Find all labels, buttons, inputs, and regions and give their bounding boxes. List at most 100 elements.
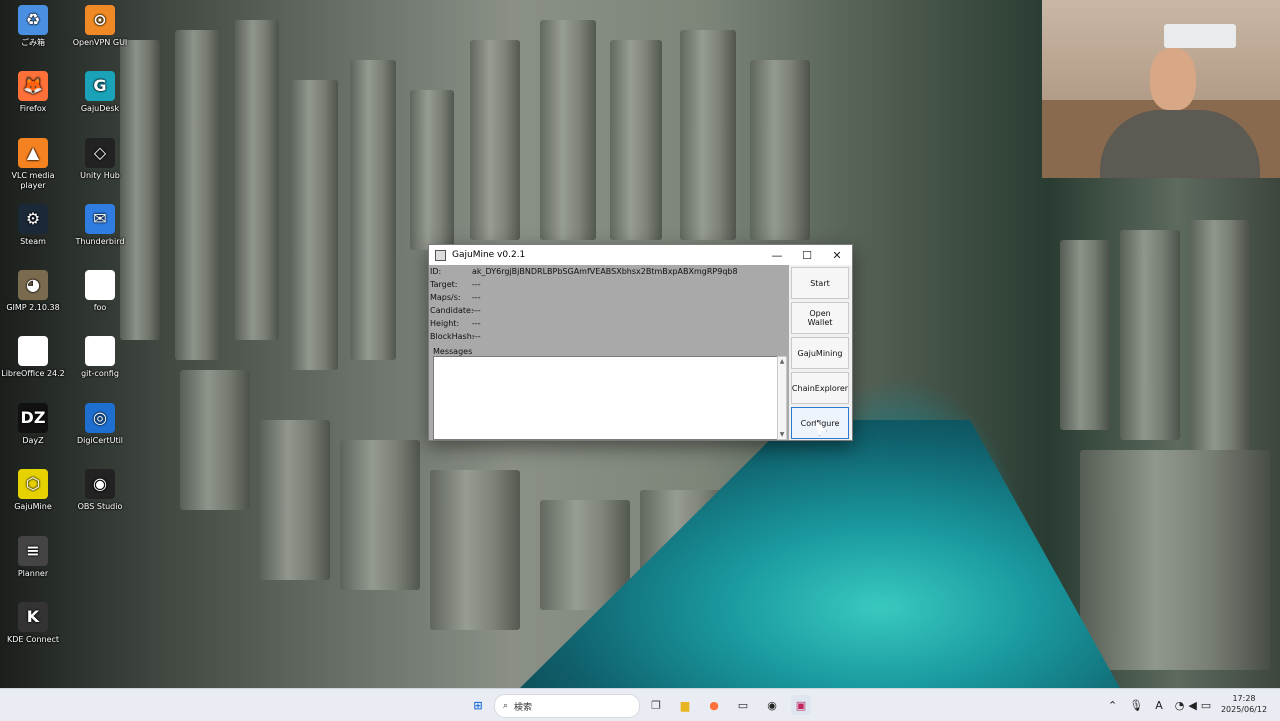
search-icon: ⌕ <box>503 701 509 711</box>
microphone-icon[interactable]: 🎙 <box>1129 699 1143 712</box>
terminal-icon[interactable]: ▭ <box>733 695 753 715</box>
info-label: Maps/s: <box>430 293 461 302</box>
close-button[interactable]: ✕ <box>822 245 852 265</box>
app-shortcut-icon <box>18 336 48 366</box>
desktop-icon[interactable]: ⊙ OpenVPN GUI <box>67 5 133 48</box>
desktop-icon[interactable]: ◕ GIMP 2.10.38 <box>0 270 66 313</box>
desktop-icon[interactable]: 🦊 Firefox <box>0 71 66 114</box>
taskbar: ⊞ ⌕ 検索 ❐ ▆ ● ▭ ◉ ▣ ⌃ 🎙 A ◔ ◀ ▭ 17:28 202… <box>0 688 1280 721</box>
taskbar-search[interactable]: ⌕ 検索 <box>494 694 640 718</box>
gajumine-taskbar-icon[interactable]: ▣ <box>791 695 811 715</box>
desktop-icon-label: DayZ <box>22 436 44 445</box>
messages-textarea[interactable] <box>433 356 783 440</box>
start-menu-icon[interactable]: ⊞ <box>468 695 488 715</box>
volume-icon[interactable]: ◀ <box>1188 699 1196 712</box>
minimize-button[interactable]: — <box>762 245 792 265</box>
desktop-icon[interactable]: ⬡ GajuMine <box>0 469 66 512</box>
maximize-button[interactable]: ☐ <box>792 245 822 265</box>
app-shortcut-icon: ◎ <box>85 403 115 433</box>
info-label: Target: <box>430 280 458 289</box>
clock-time: 17:28 <box>1232 694 1256 703</box>
desktop-icon[interactable]: git-config <box>67 336 133 379</box>
desktop-icon[interactable]: LibreOffice 24.2 <box>0 336 66 379</box>
desktop-icon-label: Firefox <box>19 104 47 113</box>
search-placeholder: 検索 <box>514 702 533 713</box>
desktop-icon-label: DigiCertUtil <box>76 436 124 445</box>
app-shortcut-icon: K <box>18 602 48 632</box>
window-titlebar[interactable]: GajuMine v0.2.1 — ☐ ✕ <box>429 245 852 265</box>
start-button[interactable]: Start <box>791 267 849 299</box>
scroll-down-icon[interactable]: ▼ <box>778 431 786 438</box>
desktop-icon[interactable]: ⚙ Steam <box>0 204 66 247</box>
info-label: Height: <box>430 319 460 328</box>
messages-legend: Messages <box>433 347 473 356</box>
messages-scrollbar[interactable]: ▲ ▼ <box>777 356 787 440</box>
window-title: GajuMine v0.2.1 <box>452 250 526 260</box>
info-row-height: Height: --- <box>429 317 481 330</box>
desktop-icon[interactable]: K KDE Connect <box>0 602 66 645</box>
task-view-icon[interactable]: ❐ <box>646 695 666 715</box>
desktop-icon-label: Planner <box>17 569 49 578</box>
desktop-icon[interactable]: foo <box>67 270 133 313</box>
desktop-icon-label: KDE Connect <box>6 635 60 644</box>
desktop-icon[interactable]: ≡ Planner <box>0 536 66 579</box>
desktop-icon-label: Thunderbird <box>75 237 125 246</box>
desktop-icon-label: Unity Hub <box>80 171 120 180</box>
app-shortcut-icon: ⬡ <box>18 469 48 499</box>
taskbar-clock[interactable]: 17:28 2025/06/12 <box>1216 693 1272 715</box>
app-shortcut-icon: ✉ <box>85 204 115 234</box>
info-row-blockhash: BlockHash: --- <box>429 330 481 343</box>
app-shortcut-icon: DZ <box>18 403 48 433</box>
wifi-icon[interactable]: ◔ <box>1175 699 1185 712</box>
desktop-icon-label: git-config <box>81 369 119 378</box>
desktop-icon[interactable]: ◎ DigiCertUtil <box>67 403 133 446</box>
desktop-icon[interactable]: DZ DayZ <box>0 403 66 446</box>
desktop-icon-label: GajuMine <box>14 502 52 511</box>
app-shortcut-icon <box>85 336 115 366</box>
info-row-target: Target: --- <box>429 278 481 291</box>
desktop-icon[interactable]: ♻ ごみ箱 <box>0 5 66 48</box>
desktop-icon-label: ごみ箱 <box>21 38 45 47</box>
desktop-icon[interactable]: ◇ Unity Hub <box>67 138 133 181</box>
chevron-up-icon[interactable]: ⌃ <box>1108 699 1117 712</box>
info-value: --- <box>472 319 481 328</box>
app-shortcut-icon: 🦊 <box>18 71 48 101</box>
system-tray: ⌃ 🎙 A ◔ ◀ ▭ <box>1108 689 1211 721</box>
desktop-icon[interactable]: ▲ VLC media player <box>0 138 66 191</box>
desktop-icon[interactable]: ◉ OBS Studio <box>67 469 133 512</box>
app-shortcut-icon <box>85 270 115 300</box>
ime-indicator[interactable]: A <box>1155 699 1163 712</box>
firefox-taskbar-icon[interactable]: ● <box>704 695 724 715</box>
chain-explorer-button[interactable]: ChainExplorer <box>791 372 849 404</box>
app-shortcut-icon: ◇ <box>85 138 115 168</box>
battery-icon[interactable]: ▭ <box>1201 699 1211 712</box>
desktop-icon-label: GajuDesk <box>80 104 120 113</box>
info-label: ID: <box>430 267 442 276</box>
info-value: ak_DY6rgjBjBNDRLBPbSGAmfVEABSXbhsx2BtmBx… <box>472 267 738 276</box>
desktop-icon[interactable]: G GajuDesk <box>67 71 133 114</box>
app-shortcut-icon: G <box>85 71 115 101</box>
webcam-overlay <box>1042 0 1280 178</box>
info-row-maps: Maps/s: --- <box>429 291 481 304</box>
desktop-icon-label: OpenVPN GUI <box>72 38 128 47</box>
app-shortcut-icon: ◕ <box>18 270 48 300</box>
desktop-icon[interactable]: ✉ Thunderbird <box>67 204 133 247</box>
desktop-icon-label: OBS Studio <box>77 502 123 511</box>
configure-button[interactable]: Configure <box>791 407 849 439</box>
gajumine-window: GajuMine v0.2.1 — ☐ ✕ ID: ak_DY6rgjBjBND… <box>428 244 853 441</box>
app-shortcut-icon: ⚙ <box>18 204 48 234</box>
gaju-mining-button[interactable]: GajuMining <box>791 337 849 369</box>
obs-taskbar-icon[interactable]: ◉ <box>762 695 782 715</box>
info-value: --- <box>472 293 481 302</box>
info-value: --- <box>472 306 481 315</box>
clock-date: 2025/06/12 <box>1220 705 1268 714</box>
open-wallet-button[interactable]: Open Wallet <box>791 302 849 334</box>
desktop-icon-label: GIMP 2.10.38 <box>6 303 60 312</box>
app-shortcut-icon: ♻ <box>18 5 48 35</box>
file-explorer-icon[interactable]: ▆ <box>675 695 695 715</box>
scroll-up-icon[interactable]: ▲ <box>778 358 786 365</box>
action-buttons: Start Open Wallet GajuMining ChainExplor… <box>789 265 852 440</box>
info-row-id: ID: ak_DY6rgjBjBNDRLBPbSGAmfVEABSXbhsx2B… <box>429 265 738 278</box>
desktop-icon-label: foo <box>93 303 107 312</box>
info-value: --- <box>472 280 481 289</box>
